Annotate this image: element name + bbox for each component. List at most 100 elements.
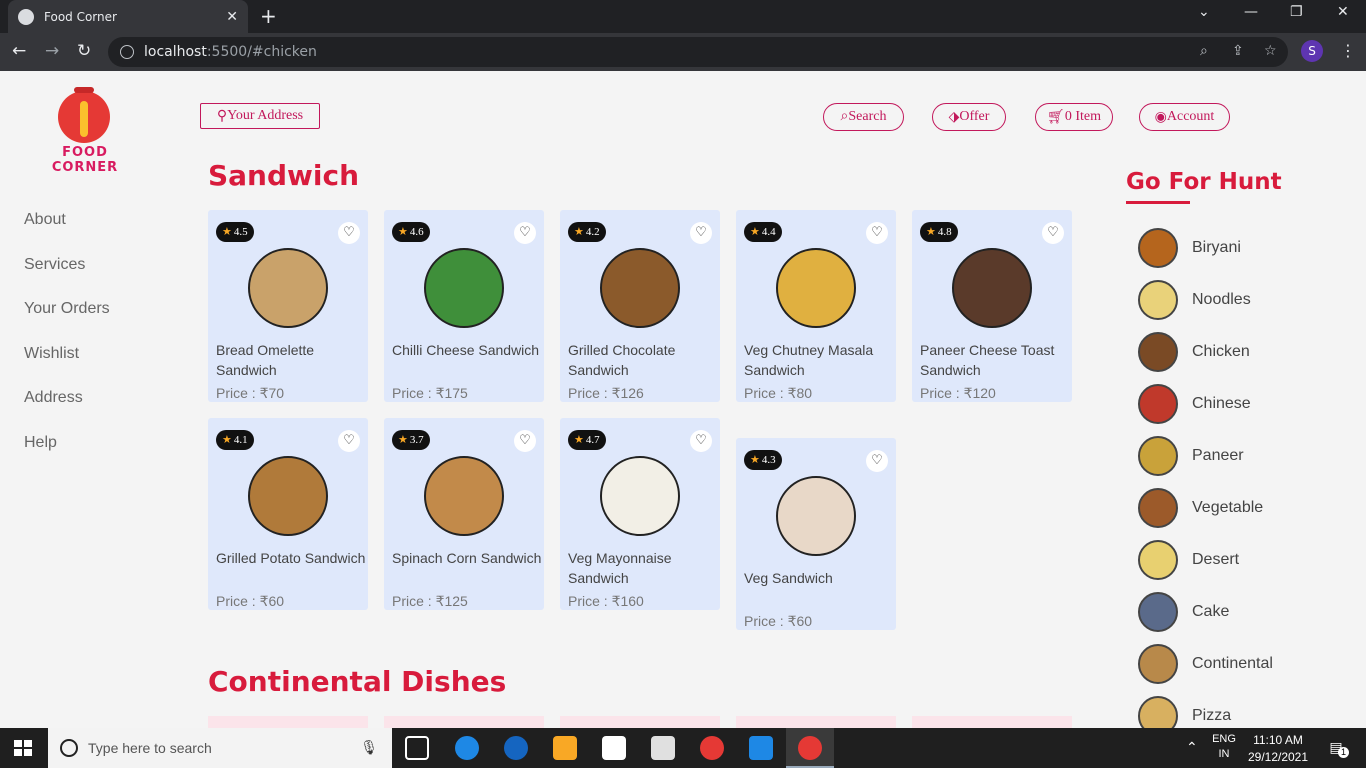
close-window-icon[interactable]: ✕ <box>1337 4 1349 20</box>
windows-start-icon[interactable] <box>14 740 32 756</box>
food-card[interactable]: ★ 4.2 ♡ Grilled Chocolate Sandwich Price : ₹… <box>560 210 720 402</box>
food-card[interactable]: ★ 3.7 ♡ Spinach Corn Sandwich Price : ₹125 <box>384 418 544 610</box>
site-info-icon[interactable] <box>120 45 134 59</box>
menu-kebab-icon[interactable]: ⋮ <box>1340 41 1356 60</box>
food-card[interactable]: ★ 4.6 ♡ Chilli Cheese Sandwich Price : ₹175 <box>384 210 544 402</box>
continental-card[interactable] <box>560 716 720 728</box>
share-icon[interactable]: ⇪ <box>1232 43 1244 59</box>
task-view-icon[interactable] <box>405 736 429 760</box>
chrome-icon[interactable] <box>700 736 724 760</box>
star-icon: ★ <box>222 226 232 238</box>
language-indicator[interactable]: ENG IN <box>1208 733 1240 760</box>
browser-tab[interactable]: Food Corner ✕ <box>8 0 248 33</box>
food-card[interactable]: ★ 4.1 ♡ Grilled Potato Sandwich Price : ₹60 <box>208 418 368 610</box>
heart-icon[interactable]: ♡ <box>1042 222 1064 244</box>
heart-icon[interactable]: ♡ <box>690 222 712 244</box>
continental-card[interactable] <box>736 716 896 728</box>
category-label: Desert <box>1192 551 1240 568</box>
heart-icon[interactable]: ♡ <box>338 222 360 244</box>
category-item[interactable]: Biryani <box>1138 228 1241 268</box>
address-bar: ← → ↻ localhost :5500/#chicken ⌕ ⇪ ☆ S ⋮ <box>0 33 1366 71</box>
cart-button[interactable]: 🛒︎ 0 Item <box>1035 103 1113 131</box>
reload-icon[interactable]: ↻ <box>77 41 91 61</box>
category-item[interactable]: Chinese <box>1138 384 1251 424</box>
food-card[interactable]: ★ 4.5 ♡ Bread Omelette Sandwich Price : ₹70 <box>208 210 368 402</box>
back-icon[interactable]: ← <box>12 41 26 61</box>
category-item[interactable]: Desert <box>1138 540 1239 580</box>
star-icon: ★ <box>222 434 232 446</box>
rating-badge: ★ 4.4 <box>744 222 782 242</box>
category-label: Paneer <box>1192 447 1244 464</box>
nav-services[interactable]: Services <box>24 256 110 301</box>
continental-card[interactable] <box>384 716 544 728</box>
star-icon: ★ <box>574 226 584 238</box>
category-item[interactable]: Noodles <box>1138 280 1251 320</box>
notification-icon[interactable]: ▤ 1 <box>1326 739 1349 758</box>
nav-your-orders[interactable]: Your Orders <box>24 300 110 345</box>
heart-icon[interactable]: ♡ <box>514 222 536 244</box>
edge-icon[interactable] <box>455 736 479 760</box>
zoom-icon[interactable]: ⌕ <box>1200 43 1208 59</box>
nav-address[interactable]: Address <box>24 389 110 434</box>
rating-badge: ★ 4.3 <box>744 450 782 470</box>
forward-icon[interactable]: → <box>45 41 59 61</box>
food-corner-logo[interactable]: FOOD CORNER <box>28 87 142 175</box>
profile-avatar[interactable]: S <box>1301 40 1323 62</box>
tray-chevron-icon[interactable]: ⌃ <box>1186 739 1198 756</box>
heart-icon[interactable]: ♡ <box>690 430 712 452</box>
heart-icon[interactable]: ♡ <box>866 450 888 472</box>
go-for-hunt-title: Go For Hunt <box>1126 169 1282 195</box>
microphone-icon[interactable]: 🎙︎ <box>360 740 378 756</box>
continental-card[interactable] <box>912 716 1072 728</box>
nav-wishlist[interactable]: Wishlist <box>24 345 110 390</box>
continental-card[interactable] <box>208 716 368 728</box>
your-address-button[interactable]: ⚲ Your Address <box>200 103 320 129</box>
edge-legacy-icon[interactable] <box>504 736 528 760</box>
category-item[interactable]: Pizza <box>1138 696 1231 728</box>
food-name: Chilli Cheese Sandwich <box>392 342 540 358</box>
account-button[interactable]: ◉ Account <box>1139 103 1230 131</box>
category-item[interactable]: Chicken <box>1138 332 1250 372</box>
vscode-icon[interactable] <box>749 736 773 760</box>
minimize-icon[interactable]: — <box>1244 4 1258 20</box>
section-title-continental: Continental Dishes <box>208 665 507 698</box>
category-thumbnail <box>1138 540 1178 580</box>
file-explorer-icon[interactable] <box>553 736 577 760</box>
nav-help[interactable]: Help <box>24 434 110 479</box>
category-item[interactable]: Paneer <box>1138 436 1244 476</box>
active-chrome-window[interactable] <box>786 728 834 768</box>
bookmark-star-icon[interactable]: ☆ <box>1264 43 1277 59</box>
heart-icon[interactable]: ♡ <box>514 430 536 452</box>
food-card[interactable]: ★ 4.7 ♡ Veg Mayonnaise Sandwich Price : ₹160 <box>560 418 720 610</box>
star-icon: ★ <box>750 454 760 466</box>
food-name: Spinach Corn Sandwich <box>392 550 542 566</box>
heart-icon[interactable]: ♡ <box>338 430 360 452</box>
url-field[interactable]: localhost :5500/#chicken ⌕ ⇪ ☆ <box>108 37 1288 67</box>
food-card[interactable]: ★ 4.4 ♡ Veg Chutney Masala Sandwich Price : … <box>736 210 896 402</box>
star-icon: ★ <box>926 226 936 238</box>
category-item[interactable]: Continental <box>1138 644 1273 684</box>
category-label: Chinese <box>1192 395 1251 412</box>
food-image <box>776 476 856 556</box>
search-button[interactable]: ⌕ Search <box>823 103 904 131</box>
food-price: Price : ₹120 <box>920 385 996 401</box>
nav-about[interactable]: About <box>24 211 110 256</box>
category-thumbnail <box>1138 280 1178 320</box>
globe-icon <box>18 8 34 25</box>
mail-icon[interactable] <box>651 736 675 760</box>
clock[interactable]: 11:10 AM 29/12/2021 <box>1240 733 1316 764</box>
taskbar-search[interactable]: Type here to search 🎙︎ <box>48 728 392 768</box>
food-card[interactable]: ★ 4.3 ♡ Veg Sandwich Price : ₹60 <box>736 438 896 630</box>
restore-icon[interactable]: ❐ <box>1290 4 1303 20</box>
category-item[interactable]: Cake <box>1138 592 1229 632</box>
store-icon[interactable] <box>602 736 626 760</box>
offer-button[interactable]: ⬗ Offer <box>932 103 1006 131</box>
food-price: Price : ₹160 <box>568 593 644 609</box>
tab-search-icon[interactable]: ⌄ <box>1198 4 1210 20</box>
category-item[interactable]: Vegetable <box>1138 488 1263 528</box>
new-tab-button[interactable]: + <box>260 4 277 28</box>
close-tab-icon[interactable]: ✕ <box>226 9 238 25</box>
food-image <box>248 456 328 536</box>
food-card[interactable]: ★ 4.8 ♡ Paneer Cheese Toast Sandwich Price :… <box>912 210 1072 402</box>
heart-icon[interactable]: ♡ <box>866 222 888 244</box>
